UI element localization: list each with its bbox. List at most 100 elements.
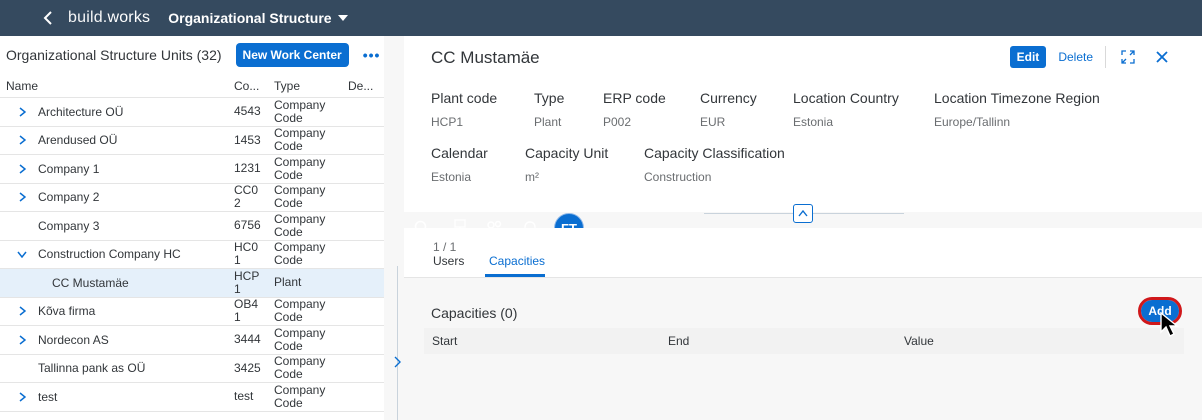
tab-bar: 1 / 1 Users Capacities bbox=[404, 228, 1202, 278]
row-name: Construction Company HC bbox=[38, 247, 181, 262]
row-name: Arendused OÜ bbox=[38, 133, 118, 148]
attr-location-country: Location Country Estonia bbox=[793, 90, 899, 129]
back-icon[interactable] bbox=[38, 8, 58, 28]
row-code: OB4 1 bbox=[234, 297, 259, 325]
row-name: Company 1 bbox=[38, 161, 100, 176]
row-type: Company Code bbox=[274, 297, 326, 325]
chevron-up-icon bbox=[798, 210, 808, 217]
attr-calendar: Calendar Estonia bbox=[431, 145, 488, 184]
col-header-code[interactable]: Co... bbox=[228, 79, 268, 93]
units-title: Organizational Structure Units (32) bbox=[6, 47, 222, 63]
row-type: Company Code bbox=[274, 325, 326, 353]
table-row[interactable]: Company 1 1231 Company Code bbox=[0, 155, 384, 184]
row-name: Architecture OÜ bbox=[38, 104, 124, 119]
table-row[interactable]: Architecture OÜ 4543 Company Code bbox=[0, 98, 384, 127]
chevron-right-icon[interactable] bbox=[12, 107, 32, 117]
tab-count: 1 / 1 bbox=[433, 240, 457, 254]
chevron-right-icon[interactable] bbox=[12, 135, 32, 145]
caret-down-icon bbox=[337, 15, 348, 21]
new-work-center-button[interactable]: New Work Center bbox=[235, 43, 349, 67]
chevron-right-icon[interactable] bbox=[12, 392, 32, 402]
chevron-right-icon[interactable] bbox=[12, 335, 32, 345]
collapse-header-button[interactable] bbox=[793, 204, 813, 223]
object-actions: Edit Delete bbox=[1009, 46, 1172, 68]
chevron-down-icon[interactable] bbox=[12, 251, 32, 258]
row-type: Plant bbox=[274, 275, 302, 290]
mouse-cursor-icon bbox=[1160, 311, 1182, 341]
brand-part1: build. bbox=[68, 9, 108, 26]
row-code: HC0 1 bbox=[234, 240, 259, 268]
attr-capacity-classification: Capacity Classification Construction bbox=[644, 145, 785, 184]
capacities-table-header: Start End Value bbox=[424, 328, 1184, 354]
row-code: 6756 bbox=[234, 218, 261, 233]
row-type: Company Code bbox=[274, 183, 326, 211]
app-title-menu[interactable]: Organizational Structure bbox=[168, 10, 348, 26]
table-row[interactable]: Company 3 6756 Company Code bbox=[0, 212, 384, 241]
chevron-right-icon[interactable] bbox=[12, 192, 32, 202]
units-toolbar: Organizational Structure Units (32) New … bbox=[0, 36, 384, 74]
active-tab-indicator bbox=[485, 274, 545, 277]
row-name: test bbox=[38, 389, 58, 404]
attr-timezone: Location Timezone Region Europe/Tallinn bbox=[934, 90, 1100, 129]
row-type: Company Code bbox=[274, 354, 326, 382]
col-header-description[interactable]: De... bbox=[348, 79, 384, 93]
table-row[interactable]: test test Company Code bbox=[0, 383, 384, 412]
table-row[interactable]: Kõva firma OB4 1 Company Code bbox=[0, 297, 384, 326]
org-units-pane: Organizational Structure Units (32) New … bbox=[0, 36, 384, 420]
detail-pane: CC Mustamäe Edit Delete Plant code HCP1 T… bbox=[404, 36, 1202, 420]
tab-label: Capacities bbox=[489, 254, 546, 268]
chevron-right-icon[interactable] bbox=[12, 164, 32, 174]
pane-splitter[interactable] bbox=[384, 36, 404, 420]
row-name: Nordecon AS bbox=[38, 332, 109, 347]
attr-type: Type Plant bbox=[534, 90, 565, 129]
fullscreen-icon[interactable] bbox=[1118, 47, 1138, 67]
row-type: Company Code bbox=[274, 382, 326, 410]
row-name: CC Mustamäe bbox=[52, 275, 129, 290]
table-header: Name Co... Type De... bbox=[0, 74, 384, 98]
capacities-title: Capacities (0) bbox=[431, 305, 518, 321]
table-row[interactable]: Construction Company HC HC0 1 Company Code bbox=[0, 240, 384, 269]
row-type: Company Code bbox=[274, 240, 326, 268]
object-title: CC Mustamäe bbox=[431, 48, 540, 67]
chevron-right-icon[interactable] bbox=[12, 306, 32, 316]
row-name: Company 3 bbox=[38, 218, 100, 233]
row-code: HCP 1 bbox=[234, 268, 260, 296]
row-code: 3425 bbox=[234, 360, 261, 375]
table-row[interactable]: Nordecon AS 3444 Company Code bbox=[0, 326, 384, 355]
splitter-line bbox=[397, 266, 398, 420]
more-icon[interactable]: ••• bbox=[363, 47, 381, 63]
row-code: 4543 bbox=[234, 104, 261, 119]
row-code: 3444 bbox=[234, 332, 261, 347]
col-header-value[interactable]: Value bbox=[904, 334, 934, 348]
row-type: Company Code bbox=[274, 211, 326, 239]
table-row[interactable]: Arendused OÜ 1453 Company Code bbox=[0, 127, 384, 155]
row-code: test bbox=[234, 389, 254, 404]
edit-button[interactable]: Edit bbox=[1009, 46, 1047, 68]
brand-part2: works bbox=[107, 9, 151, 26]
col-header-name[interactable]: Name bbox=[0, 79, 228, 93]
tab-label: Users bbox=[433, 254, 465, 268]
attr-currency: Currency EUR bbox=[700, 90, 757, 129]
app-logo[interactable]: build.works bbox=[68, 9, 150, 27]
attr-capacity-unit: Capacity Unit m² bbox=[525, 145, 609, 184]
delete-button[interactable]: Delete bbox=[1058, 50, 1093, 64]
chevron-right-icon[interactable] bbox=[394, 356, 401, 371]
row-code: 1231 bbox=[234, 161, 261, 176]
table-row[interactable]: Tallinna pank as OÜ 3425 Company Code bbox=[0, 354, 384, 383]
shell-bar: build.works Organizational Structure FT bbox=[0, 0, 1202, 243]
col-header-start[interactable]: Start bbox=[432, 334, 457, 348]
row-type: Company Code bbox=[274, 97, 326, 125]
table-row[interactable]: Company 2 CC0 2 Company Code bbox=[0, 183, 384, 212]
row-code: CC0 2 bbox=[234, 183, 259, 211]
attr-erp-code: ERP code P002 bbox=[603, 90, 666, 129]
table-row-selected[interactable]: CC Mustamäe HCP 1 Plant bbox=[0, 269, 384, 298]
attr-plant-code: Plant code HCP1 bbox=[431, 90, 498, 129]
row-code: 1453 bbox=[234, 132, 261, 147]
col-header-end[interactable]: End bbox=[668, 334, 689, 348]
app-title: Organizational Structure bbox=[168, 10, 332, 26]
col-header-type[interactable]: Type bbox=[268, 79, 348, 93]
row-type: Company Code bbox=[274, 154, 326, 182]
close-icon[interactable] bbox=[1152, 47, 1172, 67]
object-header: CC Mustamäe Edit Delete Plant code HCP1 T… bbox=[404, 36, 1202, 223]
row-name: Company 2 bbox=[38, 190, 100, 205]
